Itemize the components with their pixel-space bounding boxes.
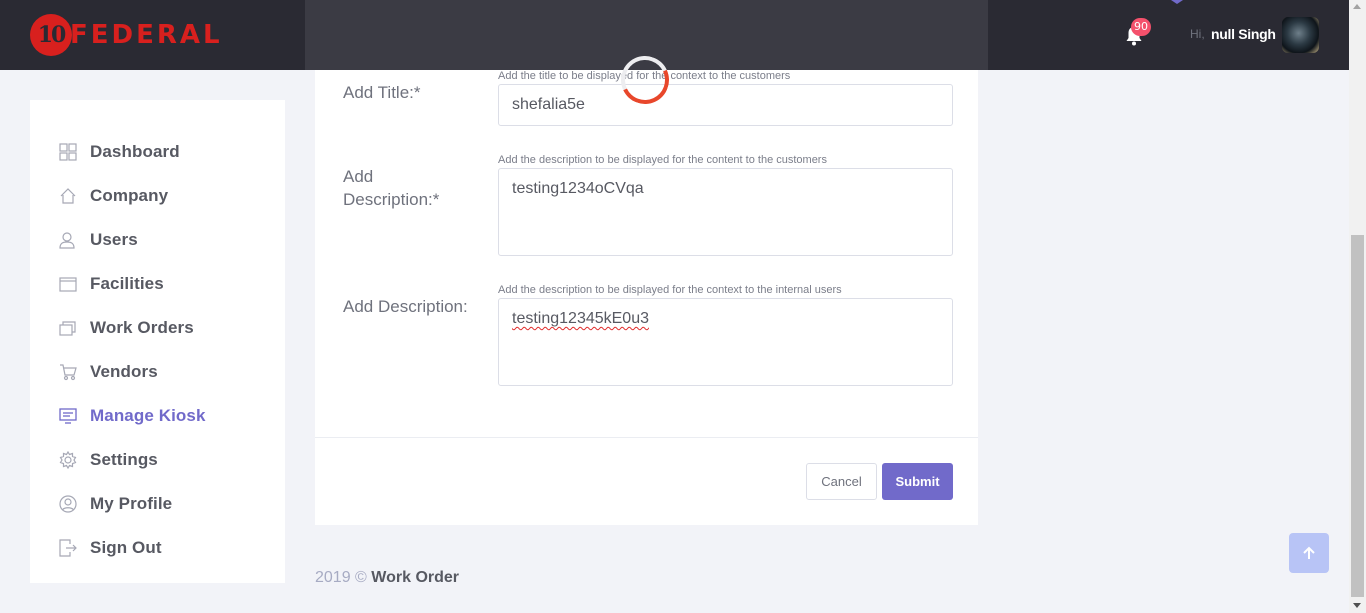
sidebar-item-my-profile[interactable]: My Profile	[30, 486, 285, 522]
avatar[interactable]	[1282, 17, 1319, 53]
scrollbar-thumb[interactable]	[1351, 235, 1364, 597]
sidebar-item-label: Settings	[90, 450, 158, 469]
sidebar-item-manage-kiosk[interactable]: Manage Kiosk	[30, 398, 285, 434]
submit-button[interactable]: Submit	[882, 463, 953, 500]
notification-badge: 90	[1131, 18, 1151, 36]
dropdown-caret-icon	[1171, 0, 1183, 4]
footer-year: 2019 ©	[315, 569, 367, 586]
internal-description-text: testing12345kE0u3	[512, 310, 649, 327]
internal-description-textarea[interactable]: testing12345kE0u3	[498, 298, 953, 386]
arrow-up-icon	[1303, 546, 1315, 559]
sidebar-item-dashboard[interactable]: Dashboard	[30, 134, 285, 170]
home-icon	[59, 187, 77, 205]
cancel-button[interactable]: Cancel	[806, 463, 877, 500]
sidebar-item-label: Users	[90, 230, 138, 249]
logo-badge: 10	[30, 14, 72, 56]
internal-description-hint: Add the description to be displayed for …	[498, 284, 842, 296]
username[interactable]: null Singh	[1211, 26, 1276, 42]
sidebar-item-label: Vendors	[90, 362, 158, 381]
sidebar-item-label: Facilities	[90, 274, 164, 293]
kiosk-form-card: Add Title:* Add the title to be displaye…	[315, 70, 978, 525]
title-input[interactable]: shefalia5e	[498, 84, 953, 126]
kiosk-icon	[59, 407, 77, 425]
description-label-line2: Description:*	[343, 190, 440, 209]
dashboard-icon	[59, 143, 77, 161]
scroll-up-arrow-icon[interactable]	[1353, 4, 1361, 9]
scroll-top-button[interactable]	[1289, 533, 1329, 573]
form-divider	[315, 437, 978, 438]
sign-out-icon	[59, 539, 77, 557]
description-textarea[interactable]: testing1234oCVqa	[498, 168, 953, 256]
profile-icon	[59, 495, 77, 513]
facilities-icon	[59, 275, 77, 293]
description-label-line1: Add	[343, 167, 374, 186]
sidebar-item-label: My Profile	[90, 494, 173, 513]
title-label: Add Title:*	[343, 83, 421, 102]
sidebar: Dashboard Company Users Facilities Work …	[30, 100, 285, 583]
sidebar-item-vendors[interactable]: Vendors	[30, 354, 285, 390]
footer: 2019 © Work Order	[315, 569, 459, 587]
sidebar-item-company[interactable]: Company	[30, 178, 285, 214]
sidebar-item-label: Dashboard	[90, 142, 180, 161]
work-orders-icon	[59, 319, 77, 337]
sidebar-item-facilities[interactable]: Facilities	[30, 266, 285, 302]
greeting-text: Hi,	[1190, 27, 1205, 41]
footer-brand-link[interactable]: Work Order	[371, 569, 459, 586]
sidebar-item-label: Work Orders	[90, 318, 194, 337]
gear-icon	[59, 451, 77, 469]
internal-description-label: Add Description:	[343, 297, 468, 316]
sidebar-item-label: Company	[90, 186, 169, 205]
sidebar-item-work-orders[interactable]: Work Orders	[30, 310, 285, 346]
users-icon	[59, 231, 77, 249]
cart-icon	[59, 363, 77, 381]
sidebar-item-sign-out[interactable]: Sign Out	[30, 530, 285, 566]
sidebar-item-users[interactable]: Users	[30, 222, 285, 258]
sidebar-item-settings[interactable]: Settings	[30, 442, 285, 478]
description-hint: Add the description to be displayed for …	[498, 154, 827, 166]
sidebar-item-label: Sign Out	[90, 538, 162, 557]
logo-text: FEDERAL	[70, 20, 223, 50]
brand-logo[interactable]: 10 FEDERAL	[30, 14, 223, 56]
sidebar-item-label: Manage Kiosk	[90, 406, 206, 425]
scroll-down-arrow-icon[interactable]	[1353, 603, 1361, 608]
